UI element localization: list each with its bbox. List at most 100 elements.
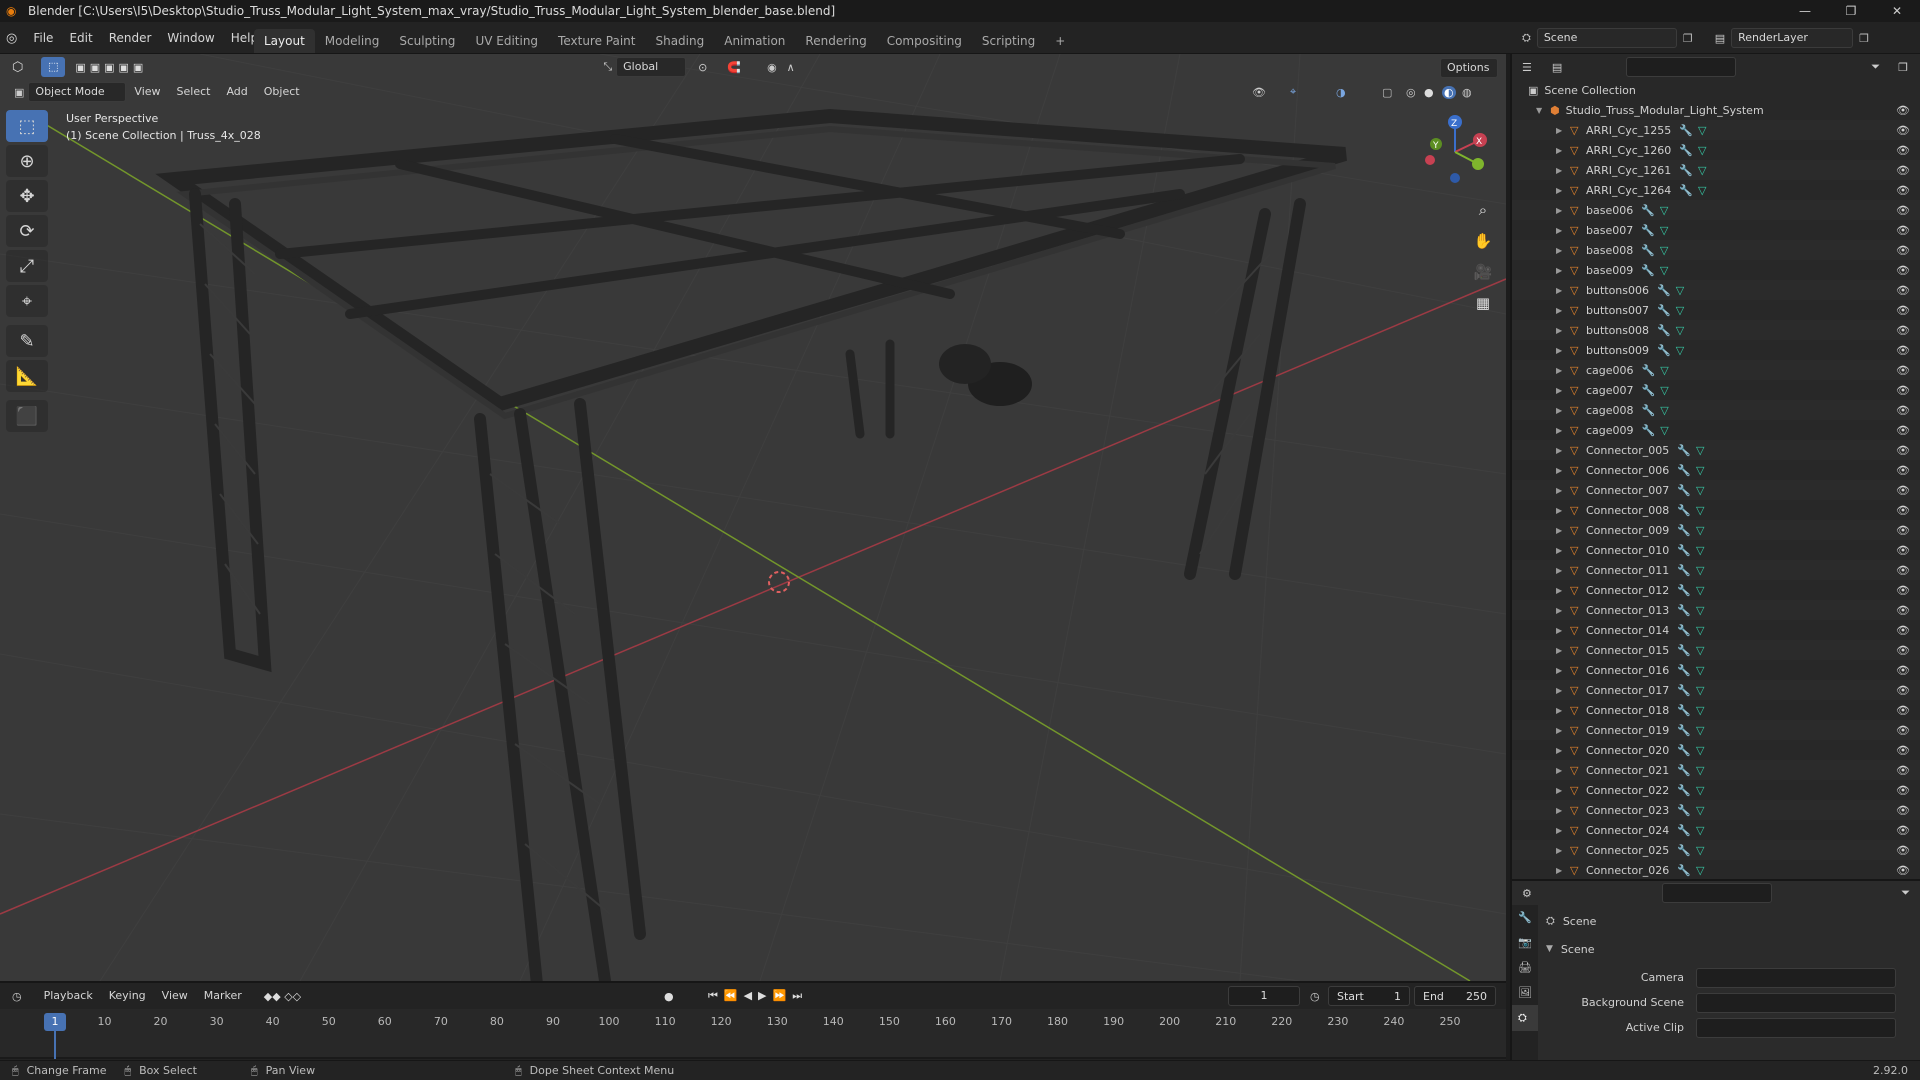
view-layer-tab-icon[interactable]: 🖼 <box>1512 980 1538 1005</box>
mesh-data-icon[interactable]: ▽ <box>1660 204 1668 217</box>
outliner-item[interactable]: ▶ ▽ Connector_008 🔧 ▽ 👁 <box>1512 500 1920 520</box>
modifier-icon[interactable]: 🔧 <box>1657 304 1671 317</box>
outliner-item[interactable]: ▶ ▽ Connector_014 🔧 ▽ 👁 <box>1512 620 1920 640</box>
tab-shading[interactable]: Shading <box>645 29 714 53</box>
visibility-eye-icon[interactable]: 👁 <box>1896 464 1910 477</box>
outliner-item[interactable]: ▶ ▽ Connector_020 🔧 ▽ 👁 <box>1512 740 1920 760</box>
viewport-menu-object[interactable]: Object <box>256 81 308 103</box>
visibility-eye-icon[interactable]: 👁 <box>1896 604 1910 617</box>
transform-tool[interactable]: ⌖ <box>6 285 48 317</box>
modifier-icon[interactable]: 🔧 <box>1642 424 1656 437</box>
playhead[interactable]: 1 <box>44 1013 66 1031</box>
tab-sculpting[interactable]: Sculpting <box>389 29 465 53</box>
expand-arrow-icon[interactable]: ▶ <box>1556 386 1566 395</box>
expand-arrow-icon[interactable]: ▶ <box>1556 426 1566 435</box>
viewport-menu-view[interactable]: View <box>126 81 168 103</box>
mesh-data-icon[interactable]: ▽ <box>1696 624 1704 637</box>
expand-arrow-icon[interactable]: ▶ <box>1556 166 1566 175</box>
expand-arrow-icon[interactable]: ▶ <box>1556 346 1566 355</box>
tab-animation[interactable]: Animation <box>714 29 795 53</box>
outliner-item[interactable]: ▶ ▽ Connector_024 🔧 ▽ 👁 <box>1512 820 1920 840</box>
outliner-item[interactable]: ▶ ▽ buttons009 🔧 ▽ 👁 <box>1512 340 1920 360</box>
visibility-eye-icon[interactable]: 👁 <box>1896 504 1910 517</box>
expand-arrow-icon[interactable]: ▶ <box>1556 286 1566 295</box>
tab-modeling[interactable]: Modeling <box>315 29 390 53</box>
properties-editor-icon[interactable]: ⚙ <box>1522 887 1532 900</box>
expand-arrow-icon[interactable]: ▶ <box>1556 546 1566 555</box>
close-button[interactable]: ✕ <box>1874 0 1920 22</box>
3d-viewport[interactable] <box>0 54 1506 981</box>
viewport-menu-select[interactable]: Select <box>169 81 219 103</box>
modifier-icon[interactable]: 🔧 <box>1677 444 1691 457</box>
visibility-eye-icon[interactable]: 👁 <box>1896 124 1910 137</box>
modifier-icon[interactable]: 🔧 <box>1677 644 1691 657</box>
snap-icon[interactable]: 🧲 <box>727 61 741 74</box>
outliner-item[interactable]: ▶ ▽ Connector_012 🔧 ▽ 👁 <box>1512 580 1920 600</box>
visibility-eye-icon[interactable]: 👁 <box>1896 484 1910 497</box>
shading-material-icon[interactable]: ◐ <box>1442 85 1456 99</box>
keyframe-icons[interactable]: ◆◆ ◇◇ <box>264 990 301 1003</box>
expand-arrow-icon[interactable]: ▶ <box>1556 626 1566 635</box>
expand-arrow-icon[interactable]: ▶ <box>1556 746 1566 755</box>
visibility-eye-icon[interactable]: 👁 <box>1896 144 1910 157</box>
mesh-data-icon[interactable]: ▽ <box>1696 664 1704 677</box>
mesh-data-icon[interactable]: ▽ <box>1698 184 1706 197</box>
tab-rendering[interactable]: Rendering <box>795 29 876 53</box>
outliner-item[interactable]: ▶ ▽ Connector_013 🔧 ▽ 👁 <box>1512 600 1920 620</box>
expand-arrow-icon[interactable]: ▶ <box>1556 146 1566 155</box>
mesh-data-icon[interactable]: ▽ <box>1698 124 1706 137</box>
modifier-icon[interactable]: 🔧 <box>1677 724 1691 737</box>
mesh-data-icon[interactable]: ▽ <box>1660 244 1668 257</box>
mode-dropdown[interactable]: Object Mode <box>28 82 127 102</box>
select-mode-icon[interactable]: ⬚ <box>41 57 66 77</box>
expand-arrow-icon[interactable]: ▶ <box>1556 686 1566 695</box>
visibility-eye-icon[interactable]: 👁 <box>1896 224 1910 237</box>
timeline-menu-playback[interactable]: Playback <box>36 985 101 1007</box>
timeline-editor-icon[interactable]: ◷ <box>12 990 22 1003</box>
maximize-button[interactable]: ❐ <box>1828 0 1874 22</box>
modifier-icon[interactable]: 🔧 <box>1657 344 1671 357</box>
outliner-item[interactable]: ▶ ▽ cage009 🔧 ▽ 👁 <box>1512 420 1920 440</box>
blender-menu-icon[interactable]: ◎ <box>6 31 17 46</box>
outliner-item[interactable]: ▶ ▽ cage007 🔧 ▽ 👁 <box>1512 380 1920 400</box>
mesh-data-icon[interactable]: ▽ <box>1660 404 1668 417</box>
mesh-data-icon[interactable]: ▽ <box>1696 444 1704 457</box>
outliner-item[interactable]: ▶ ▽ Connector_010 🔧 ▽ 👁 <box>1512 540 1920 560</box>
scene-collection-row[interactable]: ▣ Scene Collection <box>1512 80 1920 100</box>
mesh-data-icon[interactable]: ▽ <box>1660 364 1668 377</box>
expand-arrow-icon[interactable]: ▶ <box>1556 246 1566 255</box>
modifier-icon[interactable]: 🔧 <box>1677 484 1691 497</box>
visibility-eye-icon[interactable]: 👁 <box>1896 844 1910 857</box>
new-scene-icon[interactable]: ❐ <box>1683 32 1693 45</box>
visibility-eye-icon[interactable]: 👁 <box>1896 344 1910 357</box>
scene-tab-icon[interactable]: ⛭ <box>1512 1005 1538 1031</box>
visibility-eye-icon[interactable]: 👁 <box>1896 704 1910 717</box>
expand-arrow-icon[interactable]: ▶ <box>1556 206 1566 215</box>
expand-arrow-icon[interactable]: ▶ <box>1556 566 1566 575</box>
zoom-icon[interactable]: ⌕ <box>1468 196 1498 224</box>
modifier-icon[interactable]: 🔧 <box>1679 124 1693 137</box>
modifier-icon[interactable]: 🔧 <box>1679 164 1693 177</box>
collection-visibility-icon[interactable]: 👁 <box>1896 104 1910 117</box>
playback-controls[interactable]: ⏮⏪◀▶⏩⏭ <box>708 989 808 1003</box>
outliner-item[interactable]: ▶ ▽ cage008 🔧 ▽ 👁 <box>1512 400 1920 420</box>
mesh-data-icon[interactable]: ▽ <box>1696 704 1704 717</box>
property-field[interactable] <box>1696 992 1896 1013</box>
modifier-icon[interactable]: 🔧 <box>1642 364 1656 377</box>
mesh-data-icon[interactable]: ▽ <box>1660 264 1668 277</box>
pan-hand-icon[interactable]: ✋ <box>1468 227 1498 255</box>
menu-edit[interactable]: Edit <box>61 27 100 49</box>
mesh-data-icon[interactable]: ▽ <box>1696 764 1704 777</box>
modifier-icon[interactable]: 🔧 <box>1679 144 1693 157</box>
expand-arrow-icon[interactable]: ▶ <box>1556 526 1566 535</box>
gizmo-toggle-icon[interactable]: ⌖ <box>1290 85 1296 99</box>
expand-arrow-icon[interactable]: ▶ <box>1556 766 1566 775</box>
shading-rendered-icon[interactable]: ◍ <box>1462 86 1472 99</box>
expand-arrow-icon[interactable]: ▶ <box>1556 366 1566 375</box>
outliner-item[interactable]: ▶ ▽ Connector_009 🔧 ▽ 👁 <box>1512 520 1920 540</box>
visibility-eye-icon[interactable]: 👁 <box>1896 184 1910 197</box>
preview-range-icon[interactable]: ◷ <box>1310 990 1320 1003</box>
modifier-icon[interactable]: 🔧 <box>1677 624 1691 637</box>
mesh-data-icon[interactable]: ▽ <box>1676 324 1684 337</box>
expand-arrow-icon[interactable]: ▶ <box>1556 406 1566 415</box>
